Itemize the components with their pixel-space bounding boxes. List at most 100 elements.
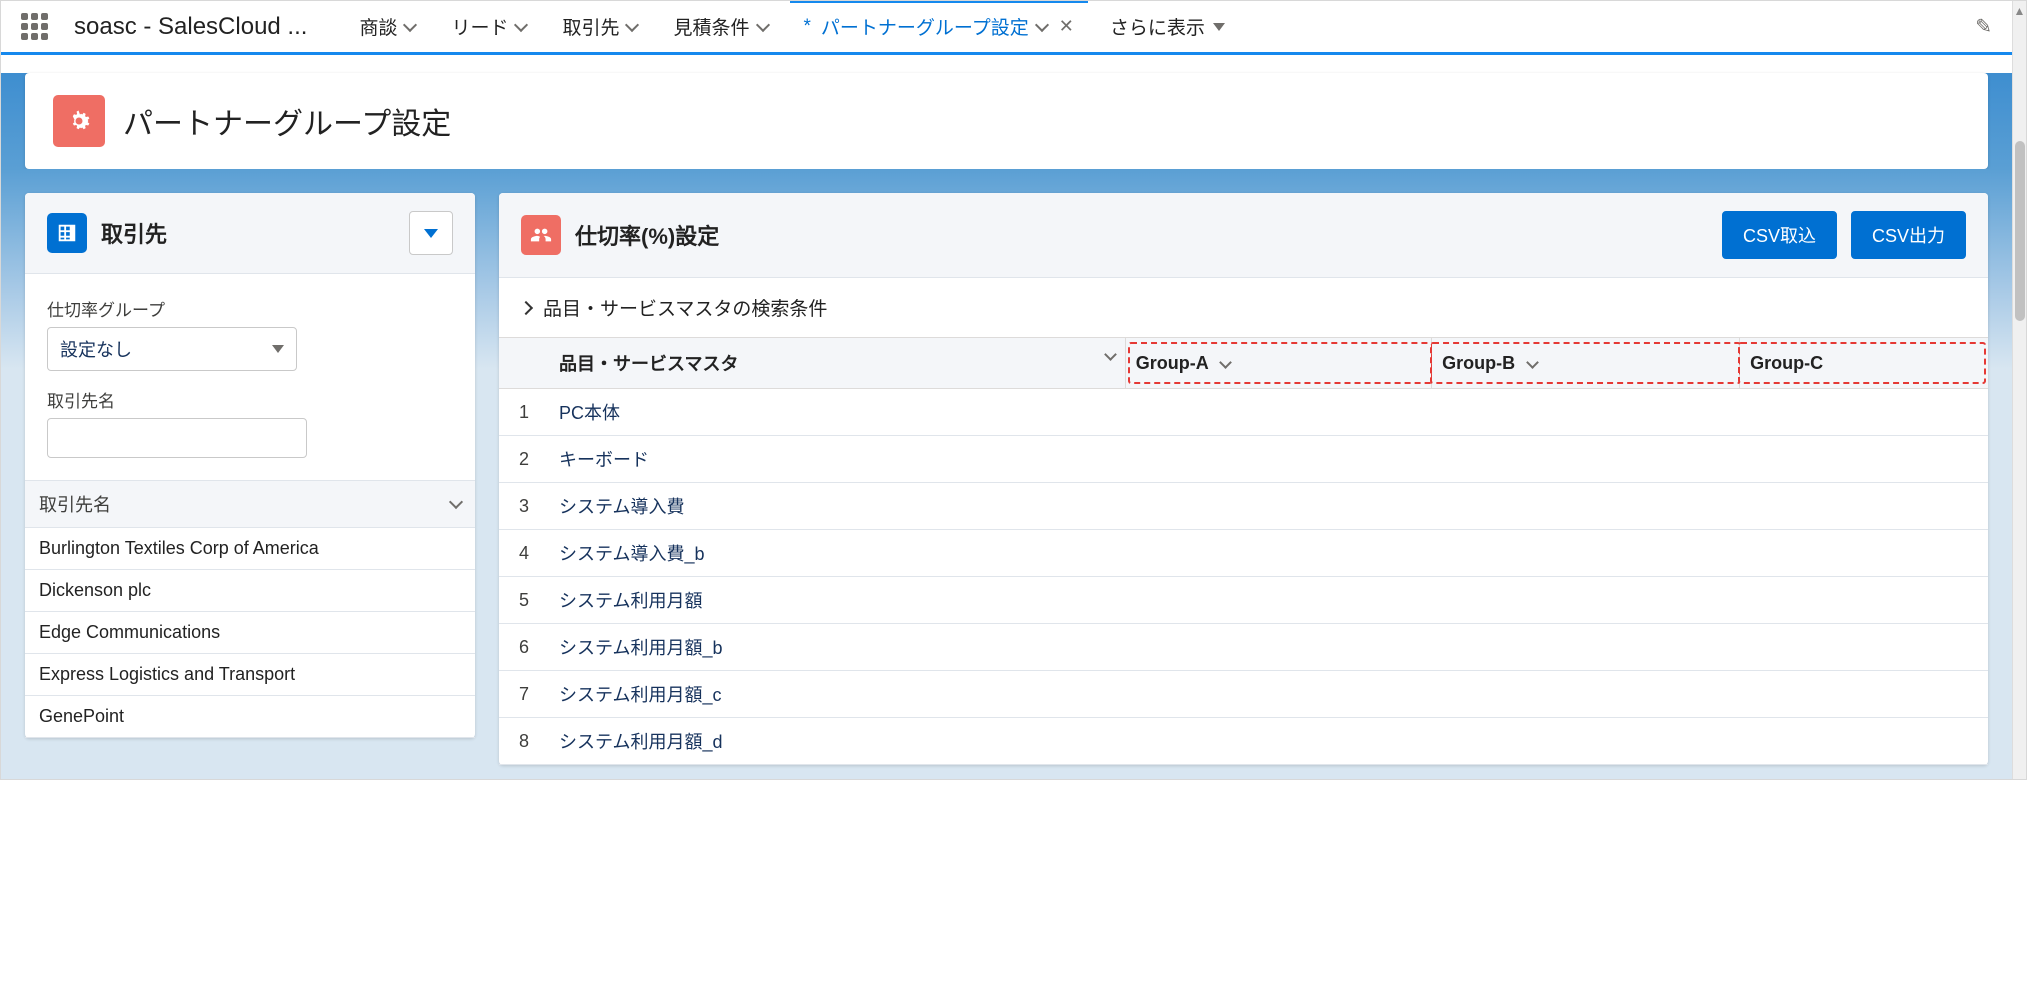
table-row[interactable]: 8システム利用月額_d xyxy=(499,718,1988,765)
col-group-b[interactable]: Group-B xyxy=(1432,338,1740,389)
row-group-b[interactable] xyxy=(1432,483,1740,530)
row-group-a[interactable] xyxy=(1125,624,1431,671)
nav-item-account[interactable]: 取引先 xyxy=(548,1,651,52)
row-group-c[interactable] xyxy=(1740,530,1988,577)
global-nav: soasc - SalesCloud ... 商談 リード 取引先 見積条件 パ… xyxy=(1,1,2012,55)
row-group-b[interactable] xyxy=(1432,389,1740,436)
nav-item-opportunity[interactable]: 商談 xyxy=(345,1,429,52)
nav-item-lead[interactable]: リード xyxy=(437,1,540,52)
chevron-down-icon xyxy=(1526,356,1539,369)
list-item[interactable]: Edge Communications xyxy=(25,612,475,654)
nav-item-quote[interactable]: 見積条件 xyxy=(659,1,781,52)
nav-item-more[interactable]: さらに表示 xyxy=(1096,1,1239,52)
account-icon xyxy=(47,213,87,253)
row-group-a[interactable] xyxy=(1125,483,1431,530)
edit-nav-icon[interactable]: ✎ xyxy=(1965,14,2002,39)
csv-export-button[interactable]: CSV出力 xyxy=(1851,211,1966,259)
close-icon[interactable]: ✕ xyxy=(1059,16,1074,37)
row-group-b[interactable] xyxy=(1432,530,1740,577)
list-header-label: 取引先名 xyxy=(39,491,111,517)
row-number: 6 xyxy=(499,624,549,671)
row-group-b[interactable] xyxy=(1432,671,1740,718)
scroll-up-icon[interactable]: ▲ xyxy=(2014,1,2026,21)
account-name-label: 取引先名 xyxy=(47,387,453,412)
rate-table: 品目・サービスマスタ Group-A Group-B xyxy=(499,337,1988,765)
list-item[interactable]: Burlington Textiles Corp of America xyxy=(25,528,475,570)
chevron-right-icon xyxy=(519,300,533,314)
row-product: システム利用月額_b xyxy=(549,624,1125,671)
col-number xyxy=(499,338,549,389)
main-panel: 仕切率(%)設定 CSV取込 CSV出力 品目・サービスマスタの検索条件 xyxy=(499,193,1988,765)
row-number: 1 xyxy=(499,389,549,436)
row-group-a[interactable] xyxy=(1125,389,1431,436)
row-product: システム利用月額_d xyxy=(549,718,1125,765)
list-item[interactable]: Dickenson plc xyxy=(25,570,475,612)
content-area: 取引先 仕切率グループ 設定なし 取引先名 xyxy=(1,169,2012,779)
sidebar-header: 取引先 xyxy=(25,193,475,274)
app-name[interactable]: soasc - SalesCloud ... xyxy=(74,13,307,41)
row-number: 8 xyxy=(499,718,549,765)
main-header: 仕切率(%)設定 CSV取込 CSV出力 xyxy=(499,193,1988,278)
app-launcher-icon[interactable] xyxy=(21,13,48,40)
list-item[interactable]: GenePoint xyxy=(25,696,475,738)
row-group-c[interactable] xyxy=(1740,577,1988,624)
row-group-a[interactable] xyxy=(1125,718,1431,765)
row-group-a[interactable] xyxy=(1125,530,1431,577)
list-item[interactable]: Express Logistics and Transport xyxy=(25,654,475,696)
scroll-thumb[interactable] xyxy=(2015,141,2025,321)
group-select-label: 仕切率グループ xyxy=(47,296,453,321)
triangle-down-icon xyxy=(424,229,438,238)
table-row[interactable]: 3システム導入費 xyxy=(499,483,1988,530)
row-group-c[interactable] xyxy=(1740,718,1988,765)
nav-label: さらに表示 xyxy=(1110,13,1205,40)
account-list-header[interactable]: 取引先名 xyxy=(25,480,475,528)
col-group-a[interactable]: Group-A xyxy=(1125,338,1431,389)
chevron-down-icon xyxy=(755,17,769,31)
row-number: 2 xyxy=(499,436,549,483)
search-condition-toggle[interactable]: 品目・サービスマスタの検索条件 xyxy=(499,278,1988,337)
chevron-down-icon xyxy=(1035,17,1049,31)
sidebar-menu-button[interactable] xyxy=(409,211,453,255)
row-group-c[interactable] xyxy=(1740,671,1988,718)
page-title: パートナーグループ設定 xyxy=(123,99,451,143)
chevron-down-icon xyxy=(403,17,417,31)
row-group-c[interactable] xyxy=(1740,389,1988,436)
csv-import-button[interactable]: CSV取込 xyxy=(1722,211,1837,259)
account-list: Burlington Textiles Corp of America Dick… xyxy=(25,528,475,738)
hero-band: パートナーグループ設定 xyxy=(1,73,2012,169)
row-group-b[interactable] xyxy=(1432,718,1740,765)
row-group-a[interactable] xyxy=(1125,436,1431,483)
nav-label: パートナーグループ設定 xyxy=(821,13,1029,40)
col-label: Group-B xyxy=(1442,353,1515,373)
group-select[interactable]: 設定なし xyxy=(47,327,297,371)
triangle-down-icon xyxy=(272,345,284,353)
chevron-down-icon xyxy=(514,17,528,31)
scrollbar[interactable]: ▲ xyxy=(2012,1,2026,779)
row-group-c[interactable] xyxy=(1740,624,1988,671)
table-row[interactable]: 2キーボード xyxy=(499,436,1988,483)
row-group-a[interactable] xyxy=(1125,671,1431,718)
table-row[interactable]: 4システム導入費_b xyxy=(499,530,1988,577)
page-header: パートナーグループ設定 xyxy=(25,73,1988,169)
row-number: 3 xyxy=(499,483,549,530)
table-row[interactable]: 5システム利用月額 xyxy=(499,577,1988,624)
row-product: システム利用月額_c xyxy=(549,671,1125,718)
row-group-a[interactable] xyxy=(1125,577,1431,624)
nav-item-partner-group[interactable]: パートナーグループ設定 ✕ xyxy=(790,1,1088,51)
table-row[interactable]: 1PC本体 xyxy=(499,389,1988,436)
row-group-b[interactable] xyxy=(1432,436,1740,483)
account-name-input[interactable] xyxy=(47,418,307,458)
row-product: PC本体 xyxy=(549,389,1125,436)
chevron-down-icon xyxy=(449,495,463,509)
sidebar-filters: 仕切率グループ 設定なし 取引先名 xyxy=(25,274,475,480)
row-group-c[interactable] xyxy=(1740,436,1988,483)
row-group-b[interactable] xyxy=(1432,577,1740,624)
row-number: 7 xyxy=(499,671,549,718)
table-row[interactable]: 6システム利用月額_b xyxy=(499,624,1988,671)
row-group-c[interactable] xyxy=(1740,483,1988,530)
row-group-b[interactable] xyxy=(1432,624,1740,671)
col-group-c[interactable]: Group-C xyxy=(1740,338,1988,389)
table-row[interactable]: 7システム利用月額_c xyxy=(499,671,1988,718)
sidebar-title: 取引先 xyxy=(101,217,167,249)
col-product[interactable]: 品目・サービスマスタ xyxy=(549,338,1125,389)
